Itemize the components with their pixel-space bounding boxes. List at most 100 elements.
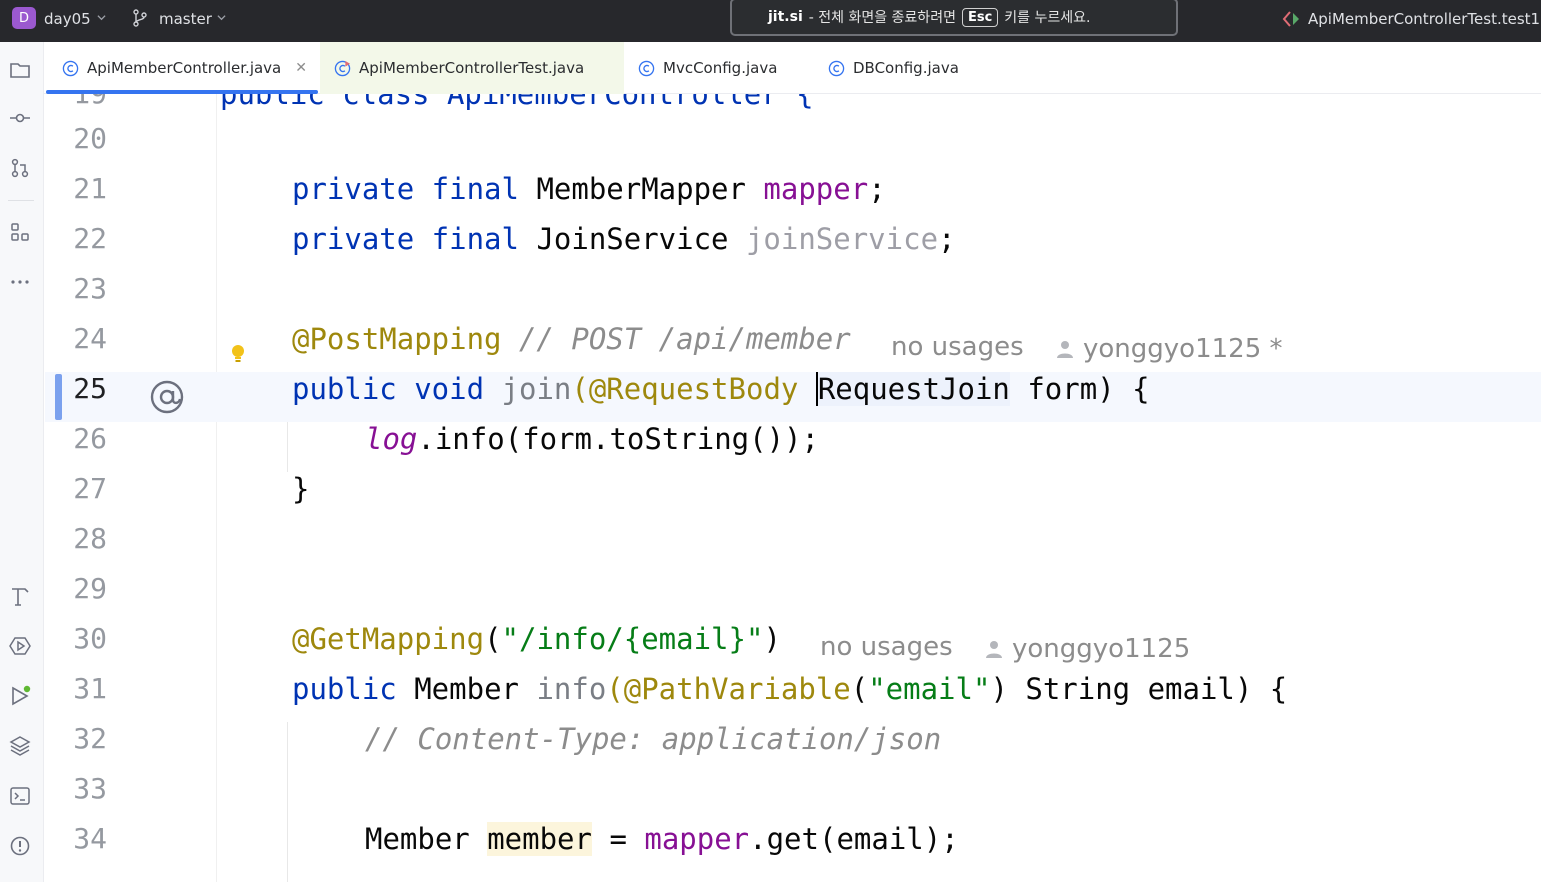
- banner-text-after: 키를 누르세요.: [1004, 10, 1091, 26]
- banner-site: jit.si: [768, 9, 803, 25]
- esc-key: Esc: [961, 7, 999, 27]
- run-configuration-selector[interactable]: ApiMemberControllerTest.test1: [1282, 10, 1540, 28]
- line-number: 23: [73, 272, 107, 305]
- code-line[interactable]: 32 // Content-Type: application/json: [45, 722, 1541, 772]
- code-editor[interactable]: 19 public class ApiMemberController { 20…: [45, 94, 1541, 882]
- more-tools-button[interactable]: [8, 270, 32, 294]
- code-line[interactable]: 27 }: [45, 472, 1541, 522]
- chevron-down-icon[interactable]: [217, 13, 226, 22]
- layers-icon: [9, 736, 31, 756]
- test-run-icon: [1282, 11, 1299, 27]
- usages-hint[interactable]: no usages: [891, 322, 1024, 372]
- code-line[interactable]: 29: [45, 572, 1541, 622]
- code-text: @PostMapping // POST /api/member: [292, 322, 851, 356]
- person-icon: [986, 641, 1002, 658]
- layers-tool-button[interactable]: [8, 734, 32, 758]
- fullscreen-exit-banner: jit.si - 전체 화면을 종료하려면 Esc 키를 누르세요.: [730, 0, 1178, 36]
- tab-apimembercontroller[interactable]: ApiMemberController.java ✕: [46, 42, 318, 94]
- line-number: 27: [73, 472, 107, 505]
- code-line[interactable]: 22 private final JoinService joinService…: [45, 222, 1541, 272]
- code-text: Member member = mapper.get(email);: [365, 822, 959, 856]
- code-line[interactable]: 34 Member member = mapper.get(email);: [45, 822, 1541, 872]
- at-sign-icon[interactable]: [149, 379, 185, 415]
- line-number: 21: [73, 172, 107, 205]
- commit-icon: [10, 113, 30, 123]
- run-icon: [12, 685, 31, 706]
- line-number: 28: [73, 522, 107, 555]
- pull-requests-icon: [11, 158, 29, 178]
- vcs-change-marker[interactable]: [55, 374, 62, 420]
- code-line[interactable]: 28: [45, 522, 1541, 572]
- tab-label: ApiMemberControllerTest.java: [359, 59, 585, 77]
- code-line[interactable]: 31 public Member info(@PathVariable("ema…: [45, 672, 1541, 722]
- tab-mvcconfig[interactable]: MvcConfig.java: [638, 42, 777, 94]
- structure-icon: [11, 223, 29, 241]
- more-icon: [11, 280, 29, 284]
- author-hint[interactable]: yonggyo1125 *: [1055, 334, 1283, 364]
- project-tool-button[interactable]: [8, 58, 32, 82]
- project-badge[interactable]: D: [12, 7, 36, 29]
- test-class-icon: [334, 60, 351, 76]
- line-number: 20: [73, 122, 107, 155]
- run-tool-button[interactable]: [8, 684, 32, 708]
- commit-tool-button[interactable]: [8, 106, 32, 130]
- author-hint[interactable]: yonggyo1125: [984, 634, 1190, 664]
- line-number: 32: [73, 722, 107, 755]
- code-text: public Member info(@PathVariable("email"…: [292, 672, 1288, 706]
- usages-hint[interactable]: no usages: [820, 622, 953, 672]
- code-line[interactable]: 21 private final MemberMapper mapper;: [45, 172, 1541, 222]
- code-text: }: [292, 472, 310, 506]
- tab-apimembercontrollertest[interactable]: ApiMemberControllerTest.java: [320, 42, 624, 94]
- branch-name[interactable]: master: [159, 10, 212, 28]
- person-icon: [1057, 341, 1073, 358]
- class-icon: [638, 60, 655, 76]
- tab-label: DBConfig.java: [853, 59, 959, 77]
- indent-guide: [287, 422, 288, 472]
- line-number: 26: [73, 422, 107, 455]
- code-text: public void join(@RequestBody RequestJoi…: [292, 372, 1150, 406]
- code-line[interactable]: 24 @PostMapping // POST /api/member no u…: [45, 322, 1541, 372]
- class-icon: [62, 60, 79, 76]
- code-line[interactable]: 26 log.info(form.toString());: [45, 422, 1541, 472]
- code-line[interactable]: 19 public class ApiMemberController {: [45, 94, 1541, 116]
- pull-requests-tool-button[interactable]: [8, 156, 32, 180]
- close-icon[interactable]: ✕: [295, 60, 307, 76]
- problems-tool-button[interactable]: [8, 834, 32, 858]
- line-number: 19: [45, 94, 107, 116]
- run-config-label: ApiMemberControllerTest.test1: [1308, 10, 1541, 28]
- banner-text-before: - 전체 화면을 종료하려면: [808, 10, 956, 26]
- problems-icon: [10, 836, 30, 856]
- terminal-tool-button[interactable]: [8, 784, 32, 808]
- code-text: // Content-Type: application/json: [365, 722, 942, 756]
- tab-label: ApiMemberController.java: [87, 59, 282, 77]
- build-tool-button[interactable]: [8, 584, 32, 608]
- structure-tool-button[interactable]: [8, 220, 32, 244]
- tool-window-strip: [0, 42, 44, 882]
- services-tool-button[interactable]: [8, 634, 32, 658]
- code-text: private final MemberMapper mapper;: [292, 172, 886, 206]
- line-number: 24: [73, 322, 107, 355]
- terminal-icon: [10, 787, 30, 805]
- editor-tab-bar: ApiMemberController.java ✕ ApiMemberCont…: [44, 42, 1541, 94]
- title-bar: D day05 master jit.si - 전체 화면을 종료하려면 Esc…: [0, 0, 1541, 42]
- line-number: 31: [73, 672, 107, 705]
- code-line[interactable]: 30 @GetMapping("/info/{email}") no usage…: [45, 622, 1541, 672]
- project-name[interactable]: day05: [44, 10, 91, 28]
- line-number: 22: [73, 222, 107, 255]
- folder-icon: [10, 63, 30, 78]
- code-line[interactable]: 20: [45, 122, 1541, 172]
- code-text: public class ApiMemberController {: [220, 94, 814, 111]
- lightbulb-icon[interactable]: [230, 344, 246, 364]
- build-icon: [12, 588, 29, 606]
- branch-icon: [133, 9, 147, 27]
- line-number: 29: [73, 572, 107, 605]
- code-text: @GetMapping("/info/{email}"): [292, 622, 781, 656]
- code-text: private final JoinService joinService;: [292, 222, 956, 256]
- chevron-down-icon[interactable]: [97, 13, 106, 22]
- tab-dbconfig[interactable]: DBConfig.java: [828, 42, 959, 94]
- line-number: 33: [73, 772, 107, 805]
- line-number: 34: [73, 822, 107, 855]
- code-line[interactable]: 33: [45, 772, 1541, 822]
- code-line[interactable]: 23: [45, 272, 1541, 322]
- code-line-current[interactable]: 25 public void join(@RequestBody Request…: [45, 372, 1541, 422]
